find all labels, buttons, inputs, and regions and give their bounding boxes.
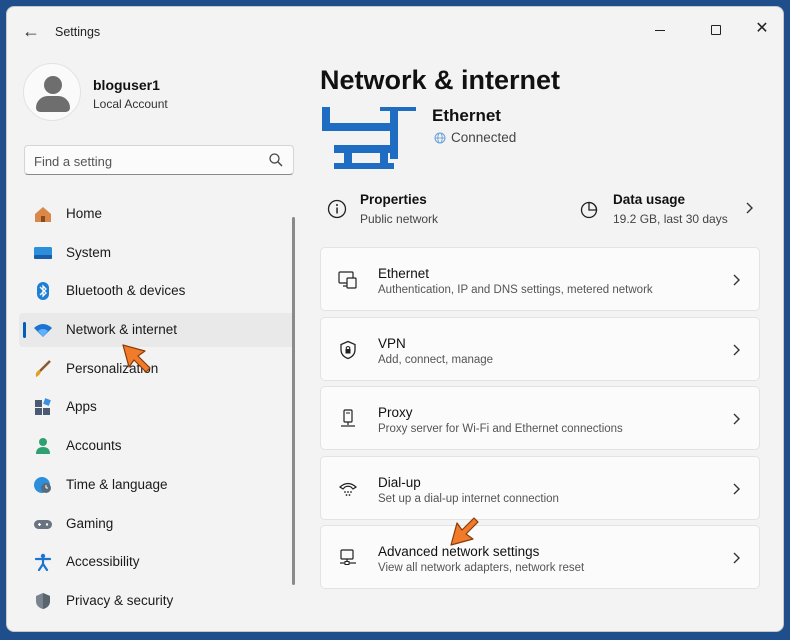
- sidebar-item-home[interactable]: Home: [19, 197, 295, 231]
- ethernet-hero-icon: [322, 107, 416, 169]
- sidebar-item-system[interactable]: System: [19, 236, 295, 270]
- maximize-icon: [711, 25, 721, 36]
- card-ethernet[interactable]: Ethernet Authentication, IP and DNS sett…: [320, 247, 760, 311]
- page-title: Network & internet: [320, 65, 561, 95]
- close-button[interactable]: ✕: [739, 15, 783, 43]
- vpn-shield-icon: [340, 340, 356, 359]
- sidebar-item-label: Bluetooth & devices: [66, 283, 186, 299]
- properties-link[interactable]: Properties Public network: [327, 187, 547, 231]
- sidebar-item-label: Home: [66, 206, 103, 221]
- avatar: [23, 63, 81, 121]
- annotation-arrow-icon: [122, 344, 151, 373]
- back-button[interactable]: ←: [19, 21, 43, 41]
- settings-window: ← Settings ✕ bloguser1 Local Account Hom…: [6, 6, 784, 632]
- minimize-button[interactable]: [637, 15, 683, 43]
- ethernet-icon: [338, 271, 357, 289]
- properties-title: Properties: [360, 192, 427, 207]
- user-profile[interactable]: bloguser1 Local Account: [23, 63, 293, 123]
- chevron-right-icon: [733, 413, 740, 425]
- maximize-button[interactable]: [693, 15, 739, 43]
- annotation-arrow-icon: [450, 517, 479, 546]
- sidebar-item-label: Time & language: [66, 476, 168, 492]
- card-subtitle: Authentication, IP and DNS settings, met…: [378, 284, 653, 296]
- card-subtitle: Proxy server for Wi-Fi and Ethernet conn…: [378, 423, 623, 436]
- avatar-head: [44, 76, 62, 94]
- card-subtitle: Add, connect, manage: [378, 353, 494, 366]
- sidebar-item-gaming[interactable]: Gaming: [19, 507, 295, 541]
- search-box[interactable]: [24, 145, 294, 175]
- accessibility-icon: [34, 553, 52, 572]
- user-name: bloguser1: [93, 77, 160, 93]
- sidebar-item-label: Gaming: [66, 515, 114, 531]
- minimize-icon: [655, 29, 665, 31]
- card-title: Dial-up: [378, 474, 421, 490]
- properties-subtitle: Public network: [360, 212, 439, 226]
- system-icon: [34, 246, 52, 259]
- search-icon[interactable]: [268, 152, 284, 168]
- sidebar-item-personalization[interactable]: Personalization: [19, 352, 295, 386]
- card-dialup[interactable]: Dial-up Set up a dial-up internet connec…: [320, 455, 760, 520]
- globe-icon: [434, 132, 446, 144]
- data-usage-icon: [580, 201, 598, 219]
- sidebar-item-time-language[interactable]: Time & language: [19, 468, 295, 502]
- sidebar-item-label: Accessibility: [66, 554, 140, 570]
- card-proxy[interactable]: Proxy Proxy server for Wi-Fi and Etherne…: [320, 386, 760, 451]
- wifi-icon: [34, 324, 52, 338]
- connection-status: Connected: [451, 130, 517, 145]
- info-icon: [327, 199, 347, 219]
- proxy-icon: [341, 409, 355, 427]
- sidebar-nav: Home System Bluetooth & devices Network …: [19, 197, 295, 623]
- chevron-right-icon: [733, 483, 740, 495]
- chevron-right-icon: [733, 344, 740, 356]
- title-bar: ← Settings ✕: [7, 7, 783, 51]
- sidebar-item-label: Apps: [66, 399, 97, 415]
- clock-globe-icon: [34, 476, 51, 493]
- sidebar-item-network[interactable]: Network & internet: [19, 313, 295, 348]
- sidebar-item-apps[interactable]: Apps: [19, 390, 295, 424]
- data-usage-link[interactable]: Data usage 19.2 GB, last 30 days: [579, 187, 769, 231]
- chevron-right-icon: [733, 274, 740, 286]
- account-type: Local Account: [93, 97, 168, 111]
- chevron-right-icon: [733, 552, 740, 564]
- sidebar-item-bluetooth[interactable]: Bluetooth & devices: [19, 274, 295, 308]
- card-subtitle: Set up a dial-up internet connection: [378, 492, 559, 505]
- sidebar-item-label: System: [66, 244, 112, 260]
- apps-icon: [35, 398, 51, 416]
- sidebar-item-label: Network & internet: [66, 322, 178, 338]
- sidebar-scrollbar[interactable]: [292, 217, 295, 585]
- accounts-icon: [36, 438, 50, 455]
- settings-cards: Ethernet Authentication, IP and DNS sett…: [320, 247, 760, 595]
- card-title: VPN: [378, 335, 406, 351]
- card-vpn[interactable]: VPN Add, connect, manage: [320, 316, 760, 381]
- avatar-body: [36, 96, 70, 112]
- gamepad-icon: [34, 519, 52, 529]
- card-title: Ethernet: [378, 266, 430, 281]
- card-title: Proxy: [378, 405, 413, 421]
- search-input[interactable]: [34, 152, 254, 170]
- brush-icon: [35, 359, 51, 377]
- sidebar-item-accessibility[interactable]: Accessibility: [19, 545, 295, 579]
- sidebar-item-label: Accounts: [66, 438, 122, 454]
- data-usage-subtitle: 19.2 GB, last 30 days: [613, 212, 728, 226]
- advanced-network-icon: [340, 549, 356, 566]
- data-usage-title: Data usage: [613, 192, 686, 207]
- chevron-right-icon: [746, 202, 753, 214]
- sidebar-item-label: Privacy & security: [66, 592, 174, 608]
- home-icon: [35, 207, 51, 222]
- dialup-icon: [339, 482, 357, 496]
- card-advanced-network[interactable]: Advanced network settings View all netwo…: [320, 525, 760, 590]
- sidebar-item-accounts[interactable]: Accounts: [19, 429, 295, 463]
- card-subtitle: View all network adapters, network reset: [378, 562, 585, 575]
- connection-name: Ethernet: [432, 106, 501, 125]
- active-indicator: [23, 322, 26, 339]
- sidebar-item-privacy[interactable]: Privacy & security: [19, 584, 295, 618]
- bluetooth-icon: [37, 282, 49, 301]
- app-title: Settings: [55, 25, 101, 39]
- shield-icon: [36, 592, 50, 609]
